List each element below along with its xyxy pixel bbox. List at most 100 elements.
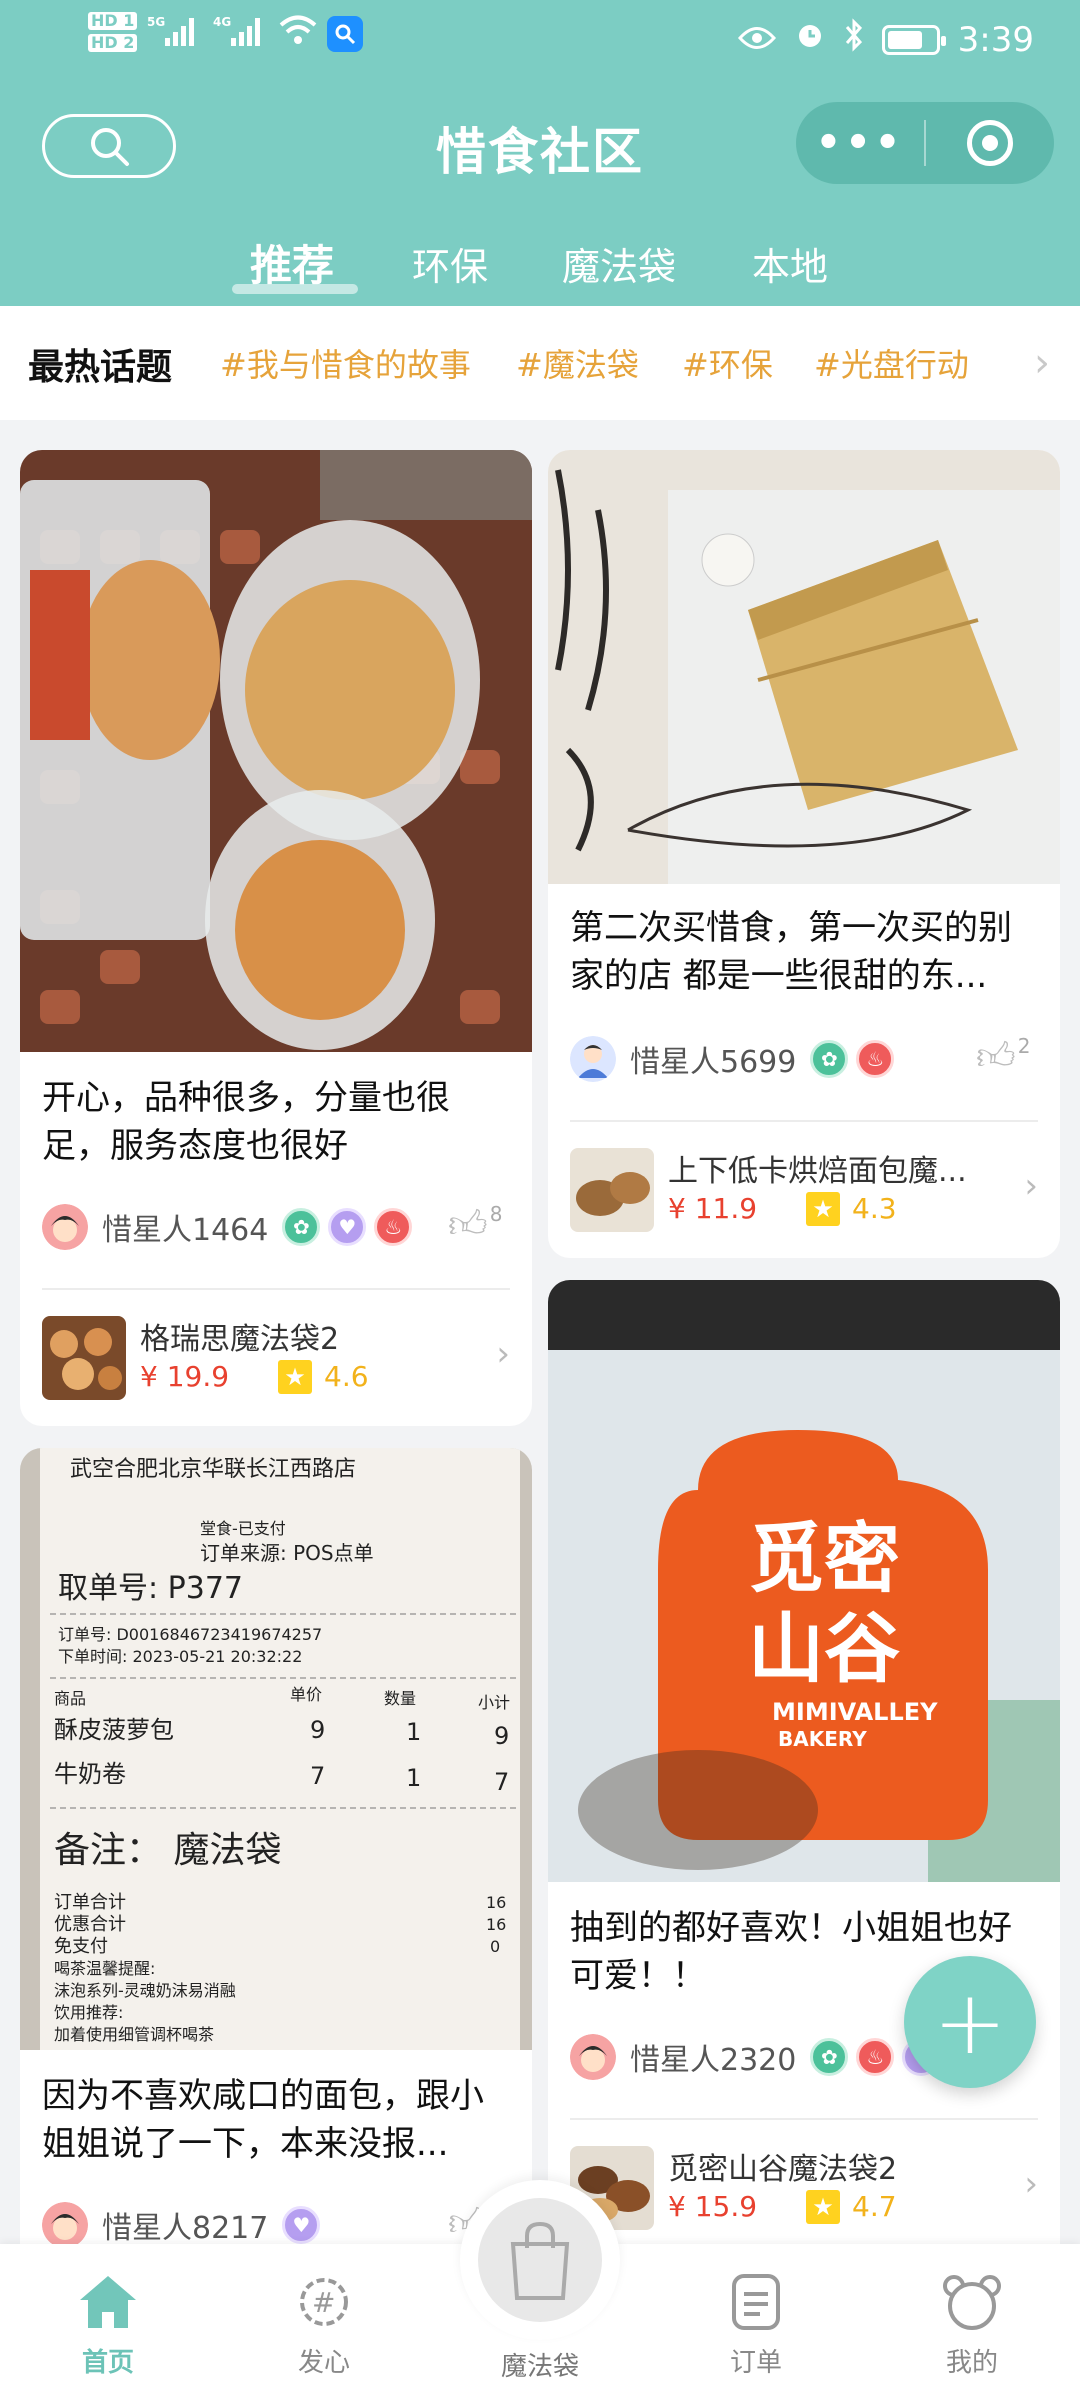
fire-badge-icon: ♨ bbox=[856, 2038, 895, 2076]
active-tab-indicator bbox=[232, 284, 358, 294]
hot-topic-story[interactable]: #我与惜食的故事 bbox=[220, 340, 471, 386]
tab-magic-bag[interactable]: 魔法袋 bbox=[562, 236, 676, 291]
product-name: 觅密山谷魔法袋2 bbox=[668, 2152, 898, 2187]
more-button[interactable]: ••• bbox=[796, 120, 924, 166]
nav-magic-bag[interactable] bbox=[478, 2198, 602, 2322]
post-caption: 因为不喜欢咸口的面包，跟小姐姐说了一下，本来没报... bbox=[42, 2076, 484, 2164]
author-name: 惜星人5699 bbox=[630, 1045, 797, 1080]
target-icon bbox=[967, 120, 1013, 166]
divider bbox=[570, 1120, 1038, 1122]
tab-local[interactable]: 本地 bbox=[752, 236, 828, 291]
post-author[interactable]: 惜星人8217 ♥ bbox=[42, 2202, 321, 2248]
svg-text:订单来源: POS点单: 订单来源: POS点单 bbox=[200, 1541, 374, 1565]
svg-text:7: 7 bbox=[310, 1762, 325, 1790]
star-icon: ★ bbox=[806, 1192, 840, 1226]
svg-text:下单时间: 2023-05-21 20:32:22: 下单时间: 2023-05-21 20:32:22 bbox=[58, 1647, 302, 1666]
product-link[interactable]: 上下低卡烘焙面包魔... ¥ 11.9 ★ 4.3 › bbox=[570, 1148, 1042, 1234]
author-name: 惜星人8217 bbox=[102, 2211, 269, 2246]
star-icon: ★ bbox=[278, 1360, 312, 1394]
alarm-icon bbox=[794, 19, 826, 60]
divider bbox=[42, 1288, 510, 1290]
hashtag-badge-icon: # bbox=[254, 2270, 394, 2334]
author-name: 惜星人1464 bbox=[102, 1213, 269, 1248]
nav-discover[interactable]: # 发心 bbox=[254, 2270, 394, 2379]
post-image bbox=[20, 450, 532, 1052]
svg-text:备注： 魔法袋: 备注： 魔法袋 bbox=[54, 1830, 281, 1871]
post-card[interactable]: 觅密 山谷 MIMIVALLEY BAKERY 抽到的都好喜欢！小姐姐也好可爱！… bbox=[548, 1280, 1060, 2268]
search-app-icon bbox=[327, 16, 364, 52]
nav-profile[interactable]: 我的 bbox=[902, 2270, 1042, 2379]
post-card[interactable]: 第二次买惜食，第一次买的别家的店 都是一些很甜的东... 惜星人5699 ✿ ♨… bbox=[548, 450, 1060, 1258]
svg-text:饮用推荐:: 饮用推荐: bbox=[54, 2003, 123, 2022]
bluetooth-icon bbox=[844, 18, 864, 61]
post-card[interactable]: 武空合肥北京华联长江西路店 堂食-已支付 订单来源: POS点单 取单号: P3… bbox=[20, 1448, 532, 2268]
svg-text:订单号: D0016846723419674257: 订单号: D0016846723419674257 bbox=[58, 1625, 322, 1644]
avatar bbox=[42, 1204, 88, 1250]
svg-text:加着使用细管调杯喝茶: 加着使用细管调杯喝茶 bbox=[54, 2025, 214, 2044]
like-button[interactable]: 👍︎ 8 bbox=[448, 1202, 502, 1248]
nav-orders[interactable]: 订单 bbox=[686, 2270, 826, 2379]
post-image: 觅密 山谷 MIMIVALLEY BAKERY bbox=[548, 1280, 1060, 1882]
post-author[interactable]: 惜星人2320 ✿ ♨ ♥ bbox=[570, 2034, 941, 2080]
chevron-right-icon: › bbox=[496, 1334, 510, 1374]
close-miniprogram-button[interactable] bbox=[926, 120, 1054, 166]
star-icon: ★ bbox=[806, 2190, 840, 2224]
home-icon bbox=[38, 2270, 178, 2334]
avatar bbox=[42, 2202, 88, 2248]
product-thumbnail bbox=[570, 1148, 654, 1232]
leaf-badge-icon: ✿ bbox=[810, 1040, 849, 1078]
hot-topics-bar: 最热话题 #我与惜食的故事 #魔法袋 #环保 #光盘行动 › bbox=[0, 306, 1080, 420]
product-name: 格瑞思魔法袋2 bbox=[140, 1322, 340, 1357]
hd-icon: HD 1 HD 2 bbox=[88, 12, 138, 56]
status-left: HD 1 HD 2 5G 4G bbox=[88, 12, 364, 56]
chevron-right-icon[interactable]: › bbox=[1034, 340, 1050, 386]
product-link[interactable]: 觅密山谷魔法袋2 ¥ 15.9 ★ 4.7 › bbox=[570, 2146, 1042, 2232]
svg-text:商品: 商品 bbox=[54, 1689, 86, 1708]
hot-topic-eco[interactable]: #环保 bbox=[682, 340, 773, 386]
nav-magic-bag-label: 魔法袋 bbox=[500, 2352, 579, 2382]
post-caption: 开心，品种很多，分量也很足，服务态度也很好 bbox=[42, 1078, 450, 1166]
hot-topic-clean-plate[interactable]: #光盘行动 bbox=[814, 340, 969, 386]
product-link[interactable]: 格瑞思魔法袋2 ¥ 19.9 ★ 4.6 › bbox=[42, 1316, 514, 1402]
svg-text:数量: 数量 bbox=[384, 1689, 416, 1708]
shopping-bag-icon bbox=[510, 2221, 570, 2300]
heart-badge-icon: ♥ bbox=[282, 2206, 321, 2244]
eye-icon bbox=[737, 20, 776, 60]
heart-badge-icon: ♥ bbox=[328, 1208, 367, 1246]
post-author[interactable]: 惜星人5699 ✿ ♨ bbox=[570, 1036, 895, 1082]
svg-text:山谷: 山谷 bbox=[748, 1604, 900, 1693]
nav-home[interactable]: 首页 bbox=[38, 2270, 178, 2379]
leaf-badge-icon: ✿ bbox=[810, 2038, 849, 2076]
post-image: 武空合肥北京华联长江西路店 堂食-已支付 订单来源: POS点单 取单号: P3… bbox=[20, 1448, 532, 2050]
product-price: ¥ 19.9 bbox=[140, 1360, 230, 1393]
product-rating: 4.3 bbox=[852, 1192, 897, 1225]
like-button[interactable]: 👍︎ 2 bbox=[976, 1034, 1030, 1080]
svg-text:堂食-已支付: 堂食-已支付 bbox=[200, 1519, 286, 1538]
bear-face-icon bbox=[902, 2270, 1042, 2334]
svg-text:牛奶卷: 牛奶卷 bbox=[54, 1760, 126, 1788]
post-card[interactable]: 开心，品种很多，分量也很足，服务态度也很好 惜星人1464 ✿ ♥ ♨ 👍︎ 8… bbox=[20, 450, 532, 1426]
svg-text:16: 16 bbox=[486, 1893, 506, 1912]
leaf-badge-icon: ✿ bbox=[282, 1208, 321, 1246]
category-tabs: 推荐 环保 魔法袋 本地 bbox=[0, 236, 1080, 296]
svg-text:喝茶温馨提醒:: 喝茶温馨提醒: bbox=[54, 1959, 155, 1978]
tab-eco[interactable]: 环保 bbox=[412, 236, 488, 291]
status-right: 3:39 bbox=[737, 18, 1034, 61]
battery-icon bbox=[881, 24, 946, 55]
svg-text:1: 1 bbox=[406, 1718, 421, 1746]
clock: 3:39 bbox=[957, 19, 1034, 60]
svg-text:小计: 小计 bbox=[478, 1693, 510, 1712]
product-thumbnail bbox=[42, 1316, 126, 1400]
fire-badge-icon: ♨ bbox=[374, 1208, 413, 1246]
chevron-right-icon: › bbox=[1024, 2164, 1038, 2204]
svg-text:1: 1 bbox=[406, 1764, 421, 1792]
like-count: 8 bbox=[489, 1202, 503, 1226]
svg-text:优惠合计: 优惠合计 bbox=[54, 1914, 126, 1935]
svg-text:#: # bbox=[312, 2286, 335, 2319]
avatar bbox=[570, 2034, 616, 2080]
svg-text:4G: 4G bbox=[213, 15, 231, 29]
create-post-button[interactable]: + bbox=[904, 1956, 1036, 2088]
post-author[interactable]: 惜星人1464 ✿ ♥ ♨ bbox=[42, 1204, 413, 1250]
miniprogram-capsule: ••• bbox=[796, 102, 1054, 184]
hot-topic-magic-bag[interactable]: #魔法袋 bbox=[516, 340, 639, 386]
